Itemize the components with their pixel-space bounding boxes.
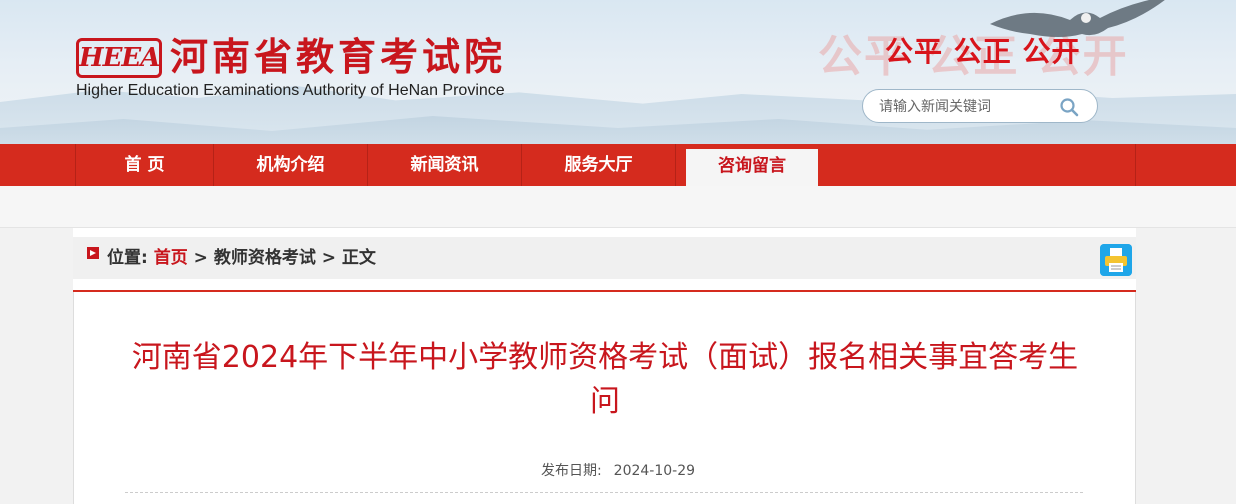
main-nav: 首 页 机构介绍 新闻资讯 服务大厅 咨询留言 (0, 144, 1236, 186)
breadcrumb-trail: 位置: 首页 > 教师资格考试 > 正文 (107, 237, 376, 279)
article-divider (125, 492, 1083, 493)
breadcrumb-separator: > (321, 248, 336, 268)
publish-date-value: 2024-10-29 (613, 463, 696, 479)
nav-item-services[interactable]: 服务大厅 (521, 144, 675, 186)
nav-item-home[interactable]: 首 页 (75, 144, 213, 186)
sub-nav-strip (0, 186, 1236, 228)
publish-date-label: 发布日期: (540, 463, 602, 479)
nav-divider (675, 144, 676, 186)
search-icon[interactable] (1059, 97, 1079, 117)
nav-item-news[interactable]: 新闻资讯 (367, 144, 521, 186)
search-box[interactable] (862, 89, 1098, 123)
breadcrumb-arrow-icon (87, 247, 99, 259)
nav-item-about[interactable]: 机构介绍 (213, 144, 367, 186)
site-name-en: Higher Education Examinations Authority … (76, 82, 505, 99)
breadcrumb-current: 正文 (341, 248, 376, 268)
publish-date: 发布日期: 2024-10-29 (0, 460, 1236, 480)
breadcrumb-category-link[interactable]: 教师资格考试 (214, 248, 316, 268)
eagle-graphic (990, 0, 1165, 37)
logo-mark[interactable]: HEEA (76, 38, 162, 78)
site-header: HEEA 河南省教育考试院 Higher Education Examinati… (0, 0, 1236, 144)
breadcrumb-separator: > (193, 248, 208, 268)
breadcrumb-home-link[interactable]: 首页 (154, 248, 188, 268)
breadcrumb: 位置: 首页 > 教师资格考试 > 正文 (73, 237, 1136, 279)
nav-divider (1135, 144, 1136, 186)
nav-item-consult[interactable]: 咨询留言 (686, 149, 818, 186)
breadcrumb-prefix: 位置: (107, 248, 148, 268)
article-title: 河南省2024年下半年中小学教师资格考试（面试）报名相关事宜答考生问 (131, 340, 1079, 419)
site-name-cn: 河南省教育考试院 (170, 34, 507, 79)
print-icon[interactable] (1100, 244, 1132, 276)
search-input[interactable] (879, 96, 1059, 118)
